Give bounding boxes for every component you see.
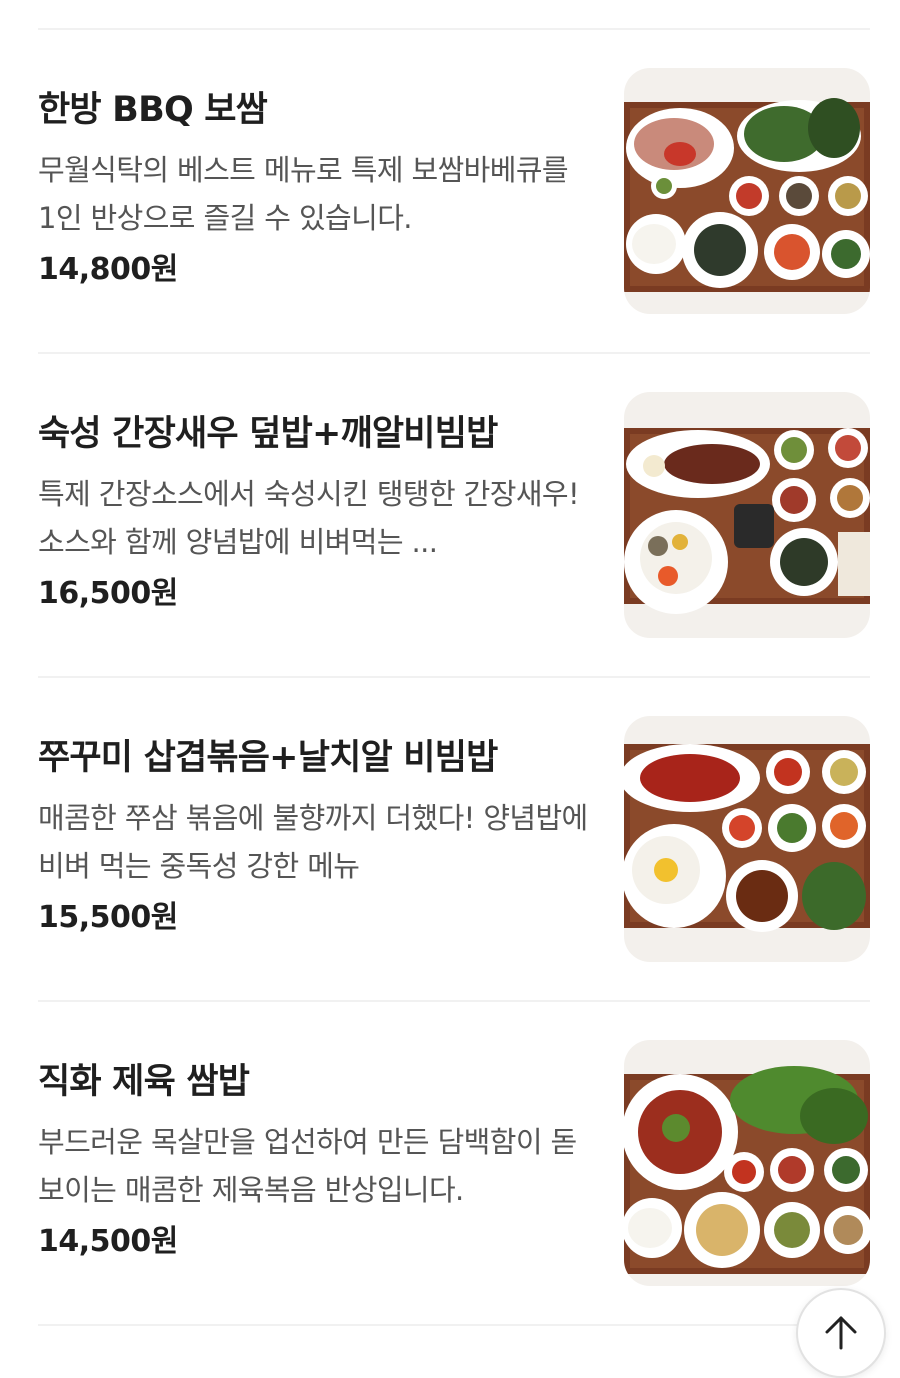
menu-item-price: 15,500원: [38, 900, 178, 935]
divider: [38, 1324, 870, 1326]
menu-item-description: 매콤한 쭈삼 볶음에 불향까지 더했다! 양념밥에 비벼 먹는 중독성 강한 메…: [38, 801, 588, 883]
menu-item-description: 특제 간장소스에서 숙성시킨 탱탱한 간장새우! 소스와 함께 양념밥에 비벼먹…: [38, 477, 580, 559]
food-tray-illustration: [624, 1066, 870, 1274]
menu-item-name: 직화 제육 쌈밥: [38, 1062, 250, 1102]
menu-item[interactable]: 한방 BBQ 보쌈 무월식탁의 베스트 메뉴로 특제 보쌈바베큐를 1인 반상으…: [0, 0, 900, 322]
menu-item-image[interactable]: [624, 68, 870, 314]
menu-item-image[interactable]: [624, 716, 870, 962]
food-tray-illustration: [624, 744, 870, 932]
food-tray-illustration: [624, 428, 870, 614]
menu-item-price: 16,500원: [38, 576, 178, 611]
menu-item[interactable]: 쭈꾸미 삽겹볶음+날치알 비빔밥 매콤한 쭈삼 볶음에 불향까지 더했다! 양념…: [0, 648, 900, 970]
menu-item-description: 부드러운 목살만을 업선하여 만든 담백함이 돋보이는 매콤한 제육복음 반상입…: [38, 1125, 577, 1207]
menu-item-image[interactable]: [624, 392, 870, 638]
menu-item-price: 14,500원: [38, 1224, 178, 1259]
menu-item-name: 숙성 간장새우 덮밥+깨알비빔밥: [38, 414, 498, 454]
menu-item-price: 14,800원: [38, 252, 178, 287]
menu-item[interactable]: 숙성 간장새우 덮밥+깨알비빔밥 특제 간장소스에서 숙성시킨 탱탱한 간장새우…: [0, 324, 900, 646]
menu-item-name: 한방 BBQ 보쌈: [38, 90, 268, 130]
menu-item-image[interactable]: [624, 1040, 870, 1286]
menu-item-name: 쭈꾸미 삽겹볶음+날치알 비빔밥: [38, 738, 498, 778]
menu-item-description: 무월식탁의 베스트 메뉴로 특제 보쌈바베큐를 1인 반상으로 즐길 수 있습니…: [38, 153, 569, 235]
food-tray-illustration: [624, 98, 870, 292]
arrow-up-icon: [825, 1316, 857, 1350]
scroll-to-top-button[interactable]: [796, 1288, 886, 1378]
menu-item[interactable]: 직화 제육 쌈밥 부드러운 목살만을 업선하여 만든 담백함이 돋보이는 매콤한…: [0, 972, 900, 1294]
